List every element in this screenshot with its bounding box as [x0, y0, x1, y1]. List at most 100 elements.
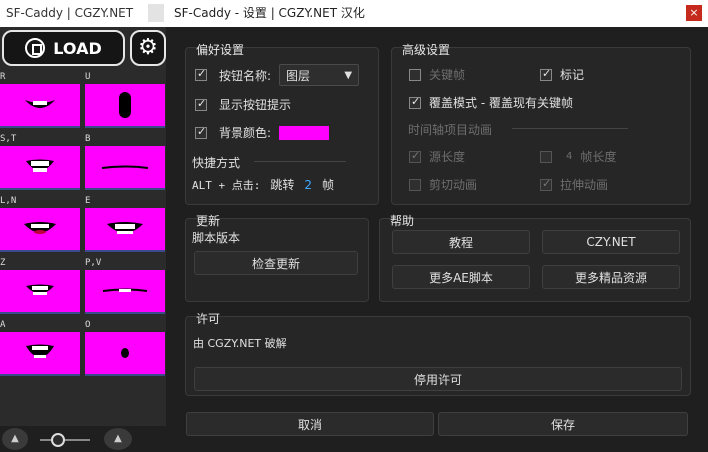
- stretch-anim-checkbox[interactable]: [540, 177, 552, 191]
- mouth-ln-icon: [24, 222, 56, 234]
- help-title: 帮助: [390, 214, 415, 228]
- preferences-group: 偏好设置 按钮名称: 图层 ▼ 显示按钮提示 背景颜色: 快捷方式 ALT + …: [185, 43, 379, 205]
- left-panel: SF-Caddy | CGZY.NET LOAD ⚙ R U S,T B L,N: [0, 0, 166, 452]
- button-name-row: 按钮名称: 图层 ▼: [195, 64, 360, 86]
- mouth-label: L,N: [0, 196, 17, 206]
- shortcut-value[interactable]: 2: [304, 178, 312, 192]
- panel-tab-button[interactable]: [148, 4, 164, 22]
- more-scripts-button[interactable]: 更多AE脚本: [392, 265, 530, 289]
- check-update-button[interactable]: 检查更新: [194, 251, 358, 275]
- mouth-z-icon: [26, 284, 54, 295]
- shortcut-row: ALT + 点击: 跳转 2 帧: [192, 176, 334, 193]
- mouth-swatch: [85, 270, 165, 314]
- czy-button[interactable]: CZY.NET: [542, 230, 680, 254]
- source-length-label: 源长度: [429, 150, 466, 164]
- zoom-out-icon[interactable]: ▲: [2, 428, 28, 450]
- close-icon[interactable]: ×: [686, 5, 702, 21]
- shortcut-prefix: ALT + 点击:: [192, 178, 261, 192]
- preferences-title: 偏好设置: [196, 43, 245, 57]
- button-name-select[interactable]: 图层 ▼: [279, 64, 360, 86]
- cut-anim-label: 剪切动画: [429, 178, 478, 192]
- overwrite-row: 覆盖模式 - 覆盖现有关键帧: [409, 94, 573, 111]
- markers-checkbox[interactable]: [540, 67, 552, 81]
- mouth-b-icon: [101, 165, 149, 169]
- zoom-in-icon[interactable]: ▲: [104, 428, 132, 450]
- license-text: 由 CGZY.NET 破解: [193, 337, 287, 350]
- shortcut-unit: 帧: [322, 178, 335, 192]
- bg-color-checkbox[interactable]: [195, 125, 207, 139]
- markers-row: 标记: [540, 66, 584, 83]
- zoom-slider-handle[interactable]: [51, 433, 65, 447]
- more-resources-button[interactable]: 更多精品资源: [542, 265, 680, 289]
- mouth-cell-z[interactable]: Z: [0, 258, 80, 320]
- keyframes-label: 关键帧: [429, 68, 466, 82]
- mouth-cell-r[interactable]: R: [0, 72, 80, 134]
- frame-length-value[interactable]: 4: [566, 151, 572, 162]
- frame-length-checkbox[interactable]: [540, 150, 552, 163]
- load-button[interactable]: LOAD: [2, 30, 125, 66]
- mouth-cell-o[interactable]: O: [85, 320, 165, 382]
- mouth-label: A: [0, 320, 6, 330]
- cancel-button[interactable]: 取消: [186, 412, 434, 436]
- show-tooltips-row: 显示按钮提示: [195, 96, 291, 113]
- mouth-label: Z: [0, 258, 6, 268]
- keyframes-checkbox[interactable]: [409, 68, 421, 81]
- script-version-label: 脚本版本: [192, 231, 241, 245]
- mouth-cell-u[interactable]: U: [85, 72, 165, 134]
- mouth-label: S,T: [0, 134, 17, 144]
- stretch-anim-row: 拉伸动画: [540, 176, 608, 193]
- license-title: 许可: [196, 312, 221, 326]
- mouth-swatch: [0, 270, 80, 314]
- mouth-swatch: [85, 84, 165, 128]
- mouth-label: E: [85, 196, 91, 206]
- mouth-swatch: [85, 332, 165, 376]
- timeline-anim-label: 时间轴项目动画: [408, 123, 493, 137]
- mouth-swatch: [85, 208, 165, 252]
- timeline-anim-row: 时间轴项目动画: [408, 121, 492, 138]
- source-length-checkbox[interactable]: [409, 149, 421, 163]
- mouth-st-icon: [26, 159, 54, 172]
- help-group: 帮助 教程 CZY.NET 更多AE脚本 更多精品资源: [379, 214, 691, 302]
- mouth-swatch: [0, 208, 80, 252]
- mouth-swatch: [0, 146, 80, 190]
- tutorial-button[interactable]: 教程: [392, 230, 530, 254]
- cut-anim-checkbox[interactable]: [409, 178, 421, 191]
- mouth-cell-e[interactable]: E: [85, 196, 165, 258]
- mouth-cell-b[interactable]: B: [85, 134, 165, 196]
- save-button[interactable]: 保存: [438, 412, 688, 436]
- bg-color-label: 背景颜色:: [219, 126, 272, 140]
- timeline-separator: [512, 128, 628, 129]
- update-title: 更新: [196, 214, 221, 228]
- button-name-checkbox[interactable]: [195, 67, 207, 81]
- chevron-down-icon: ▼: [344, 69, 353, 81]
- panel-title-bar: SF-Caddy | CGZY.NET: [0, 0, 166, 27]
- show-tooltips-label: 显示按钮提示: [219, 98, 292, 112]
- dialog-title: SF-Caddy - 设置 | CGZY.NET 汉化: [174, 6, 365, 20]
- overwrite-label: 覆盖模式 - 覆盖现有关键帧: [429, 96, 573, 110]
- settings-dialog: SF-Caddy - 设置 | CGZY.NET 汉化 × 偏好设置 按钮名称:…: [166, 0, 708, 452]
- mouth-cell-a[interactable]: A: [0, 320, 80, 382]
- mouth-cell-pv[interactable]: P,V: [85, 258, 165, 320]
- button-name-value: 图层: [286, 68, 311, 83]
- dialog-title-bar: SF-Caddy - 设置 | CGZY.NET 汉化 ×: [166, 0, 708, 27]
- settings-gear-icon[interactable]: ⚙: [130, 30, 166, 66]
- shortcut-title-row: 快捷方式: [192, 154, 240, 171]
- markers-label: 标记: [560, 68, 585, 82]
- show-tooltips-checkbox[interactable]: [195, 97, 207, 111]
- mouth-o-icon: [121, 348, 129, 358]
- button-name-label: 按钮名称:: [219, 68, 272, 83]
- mouth-label: P,V: [85, 258, 102, 268]
- mouth-cell-ln[interactable]: L,N: [0, 196, 80, 258]
- zoom-slider-track[interactable]: [40, 439, 90, 441]
- mouth-cell-st[interactable]: S,T: [0, 134, 80, 196]
- mouth-label: B: [85, 134, 91, 144]
- mouth-swatch: [0, 332, 80, 376]
- disable-license-button[interactable]: 停用许可: [194, 367, 682, 391]
- bg-color-swatch[interactable]: [279, 125, 330, 140]
- mouth-u-icon: [119, 92, 131, 118]
- shortcut-action: 跳转: [270, 178, 295, 192]
- overwrite-checkbox[interactable]: [409, 95, 421, 109]
- mouth-label: U: [85, 72, 91, 82]
- frame-length-label: 帧长度: [580, 150, 617, 164]
- shortcut-separator: [254, 161, 346, 162]
